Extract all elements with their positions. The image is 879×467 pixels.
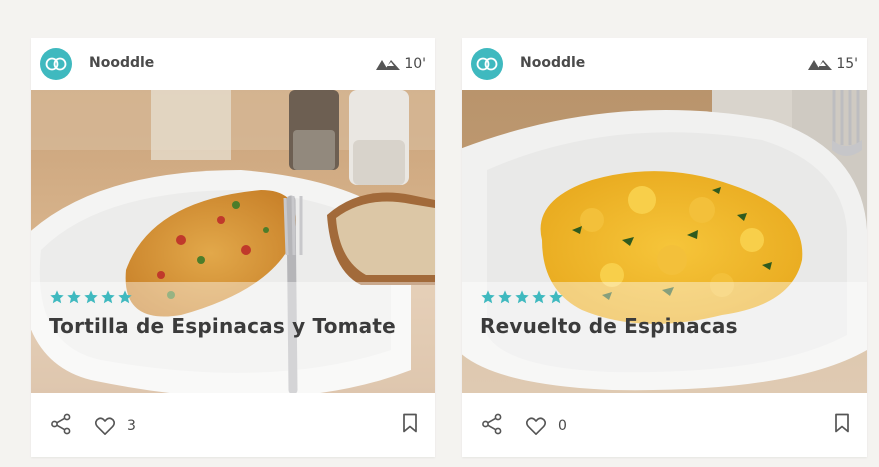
card-header: Nooddle 10' bbox=[31, 38, 435, 90]
heart-icon[interactable] bbox=[525, 416, 547, 436]
recipe-photo[interactable]: Tortilla de Espinacas y Tomate bbox=[31, 90, 435, 393]
star-icon bbox=[549, 290, 563, 304]
recipe-title[interactable]: Tortilla de Espinacas y Tomate bbox=[49, 314, 396, 338]
star-icon bbox=[118, 290, 132, 304]
bookmark-icon[interactable] bbox=[402, 413, 418, 433]
like-count: 3 bbox=[127, 418, 136, 434]
card-header: Nooddle 15' bbox=[462, 38, 867, 90]
recipe-photo[interactable]: Revuelto de Espinacas bbox=[462, 90, 867, 393]
star-icon bbox=[50, 290, 64, 304]
nooddle-logo-icon[interactable] bbox=[40, 48, 72, 80]
star-icon bbox=[101, 290, 115, 304]
star-icon bbox=[498, 290, 512, 304]
rating-stars bbox=[480, 289, 564, 305]
nooddle-logo-icon[interactable] bbox=[471, 48, 503, 80]
prep-time: 10' bbox=[404, 56, 426, 72]
like-count: 0 bbox=[558, 418, 567, 434]
share-icon[interactable] bbox=[50, 413, 72, 435]
difficulty-icon bbox=[808, 60, 832, 70]
author-name[interactable]: Nooddle bbox=[520, 55, 585, 71]
card-footer: 0 bbox=[462, 393, 867, 457]
star-icon bbox=[67, 290, 81, 304]
recipe-card[interactable]: Nooddle 15' Revuelto de Espinacas 0 bbox=[462, 38, 867, 457]
recipe-title[interactable]: Revuelto de Espinacas bbox=[480, 314, 738, 338]
heart-icon[interactable] bbox=[94, 416, 116, 436]
star-icon bbox=[515, 290, 529, 304]
author-name[interactable]: Nooddle bbox=[89, 55, 154, 71]
star-icon bbox=[532, 290, 546, 304]
prep-time: 15' bbox=[836, 56, 858, 72]
recipe-card[interactable]: Nooddle 10' Tortilla de Espinacas y Toma… bbox=[31, 38, 435, 457]
rating-stars bbox=[49, 289, 133, 305]
bookmark-icon[interactable] bbox=[834, 413, 850, 433]
share-icon[interactable] bbox=[481, 413, 503, 435]
card-footer: 3 bbox=[31, 393, 435, 457]
star-icon bbox=[84, 290, 98, 304]
star-icon bbox=[481, 290, 495, 304]
difficulty-icon bbox=[376, 60, 400, 70]
